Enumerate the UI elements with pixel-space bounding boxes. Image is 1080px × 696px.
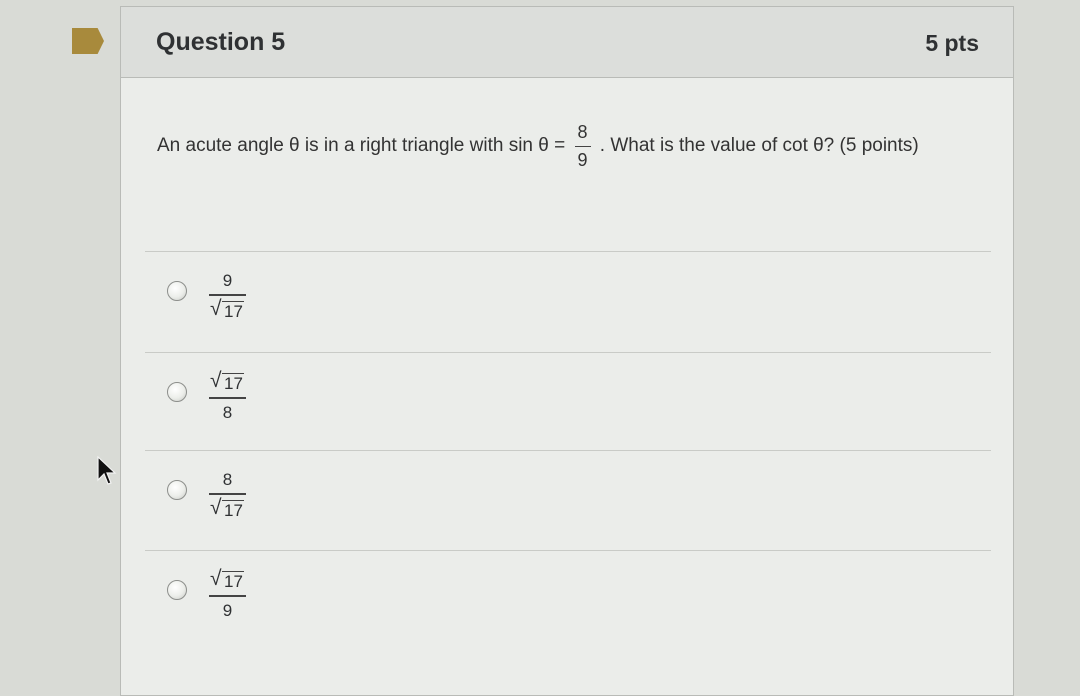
answer-radio-3[interactable] <box>167 480 187 500</box>
question-points: 5 pts <box>925 30 979 56</box>
answer-denominator: √ 17 <box>209 497 246 522</box>
fraction-bar <box>209 493 246 495</box>
question-title: Question 5 <box>156 28 286 56</box>
fraction-bar <box>209 294 246 296</box>
radicand: 17 <box>222 499 244 520</box>
answer-denominator: 8 <box>222 402 233 422</box>
sqrt-icon: √ <box>210 495 222 519</box>
answer-radio-1[interactable] <box>167 281 187 301</box>
prompt-text-before: An acute angle θ is in a right triangle … <box>157 135 566 157</box>
radicand: 17 <box>222 300 244 321</box>
answer-option-3[interactable]: 8 √ 17 <box>167 468 987 548</box>
answer-denominator: 9 <box>222 600 233 620</box>
answer-denominator: √ 17 <box>209 298 246 323</box>
mouse-pointer-icon <box>97 456 117 485</box>
divider <box>145 550 991 551</box>
given-numerator: 8 <box>574 123 591 147</box>
answer-numerator: √ 17 <box>209 568 246 593</box>
answer-fraction-4: √ 17 9 <box>209 568 246 622</box>
answer-numerator: 8 <box>222 470 233 489</box>
question-prompt: An acute angle θ is in a right triangle … <box>157 123 987 169</box>
answer-option-2[interactable]: √ 17 8 <box>167 370 987 450</box>
sqrt-icon: √ <box>210 369 222 392</box>
answer-fraction-1: 9 √ 17 <box>209 269 246 323</box>
answer-numerator: 9 <box>222 271 233 290</box>
fraction-bar <box>209 595 246 597</box>
answer-fraction-2: √ 17 8 <box>209 370 246 424</box>
sqrt-icon: √ <box>210 567 222 590</box>
given-fraction: 8 9 <box>574 123 591 170</box>
prompt-text-after: . What is the value of cot θ? (5 points) <box>599 135 919 157</box>
answer-radio-2[interactable] <box>167 382 187 402</box>
answer-radio-4[interactable] <box>167 580 187 600</box>
question-header: Question 5 5 pts <box>121 7 1013 78</box>
given-denominator: 9 <box>577 150 588 170</box>
answer-option-1[interactable]: 9 √ 17 <box>167 269 987 349</box>
question-flag-icon[interactable] <box>72 28 104 54</box>
divider <box>145 352 991 353</box>
radicand: 17 <box>222 571 244 591</box>
divider <box>145 251 991 252</box>
fraction-bar <box>209 397 246 399</box>
question-card: Question 5 5 pts An acute angle θ is in … <box>120 6 1014 696</box>
radicand: 17 <box>222 373 244 393</box>
answer-fraction-3: 8 √ 17 <box>209 468 246 522</box>
answer-option-4[interactable]: √ 17 9 <box>167 568 987 648</box>
sqrt-icon: √ <box>210 296 222 320</box>
divider <box>145 450 991 451</box>
answer-numerator: √ 17 <box>209 370 246 395</box>
